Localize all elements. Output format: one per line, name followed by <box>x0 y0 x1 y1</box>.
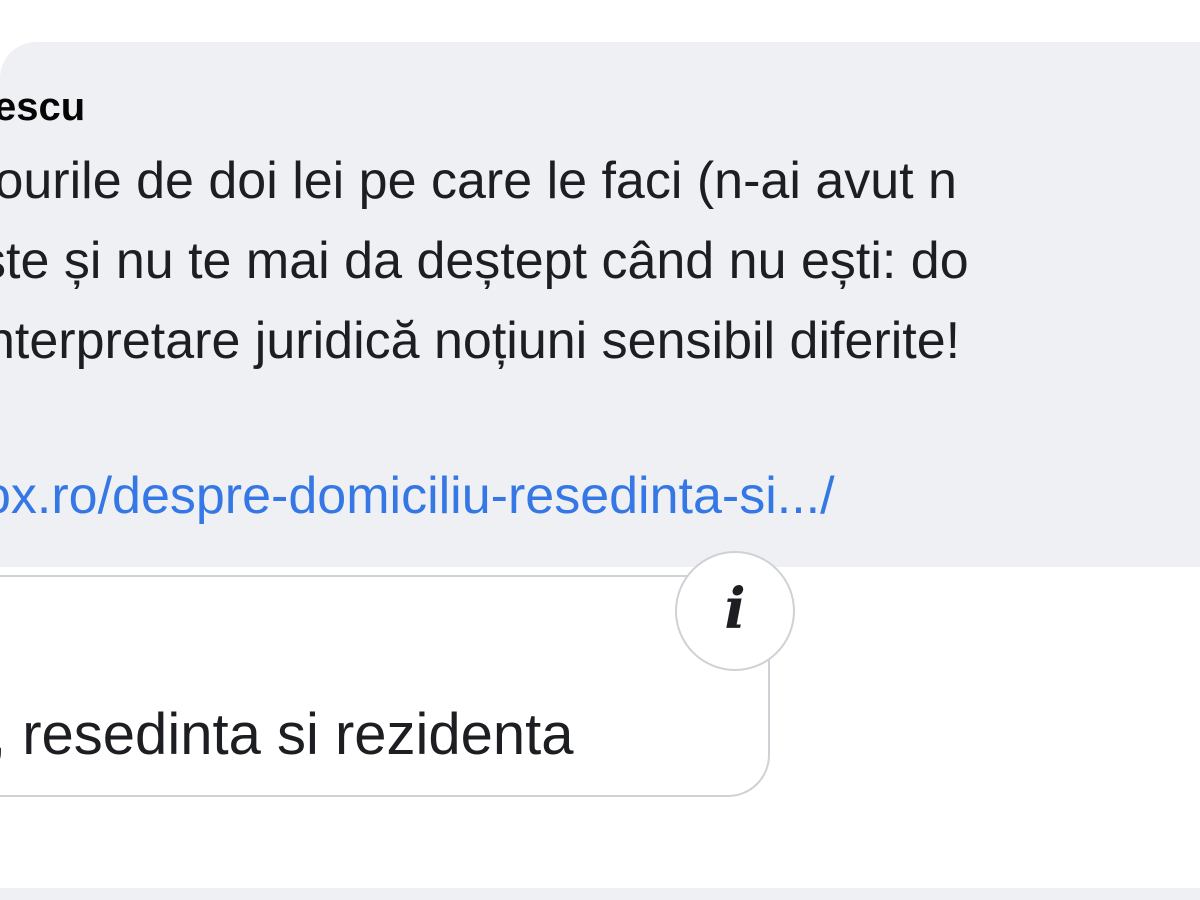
comment-text-line-1: tourile de doi lei pe care le faci (n-ai… <box>0 152 957 210</box>
comment-text-line-2: ște și nu te mai da deștept când nu ești… <box>0 232 969 290</box>
bottom-divider <box>0 888 1200 900</box>
info-icon: i <box>724 576 746 642</box>
comment-text-line-3: nterpretare juridică noțiuni sensibil di… <box>0 312 961 370</box>
link-preview-title[interactable]: , resedinta si rezidenta <box>0 700 574 770</box>
comment-link[interactable]: ox.ro/despre-domiciliu-resedinta-si.../ <box>0 465 835 527</box>
info-button[interactable]: i <box>675 551 795 671</box>
page: escu tourile de doi lei pe care le faci … <box>0 0 1200 900</box>
comment-author-name[interactable]: escu <box>0 83 85 131</box>
